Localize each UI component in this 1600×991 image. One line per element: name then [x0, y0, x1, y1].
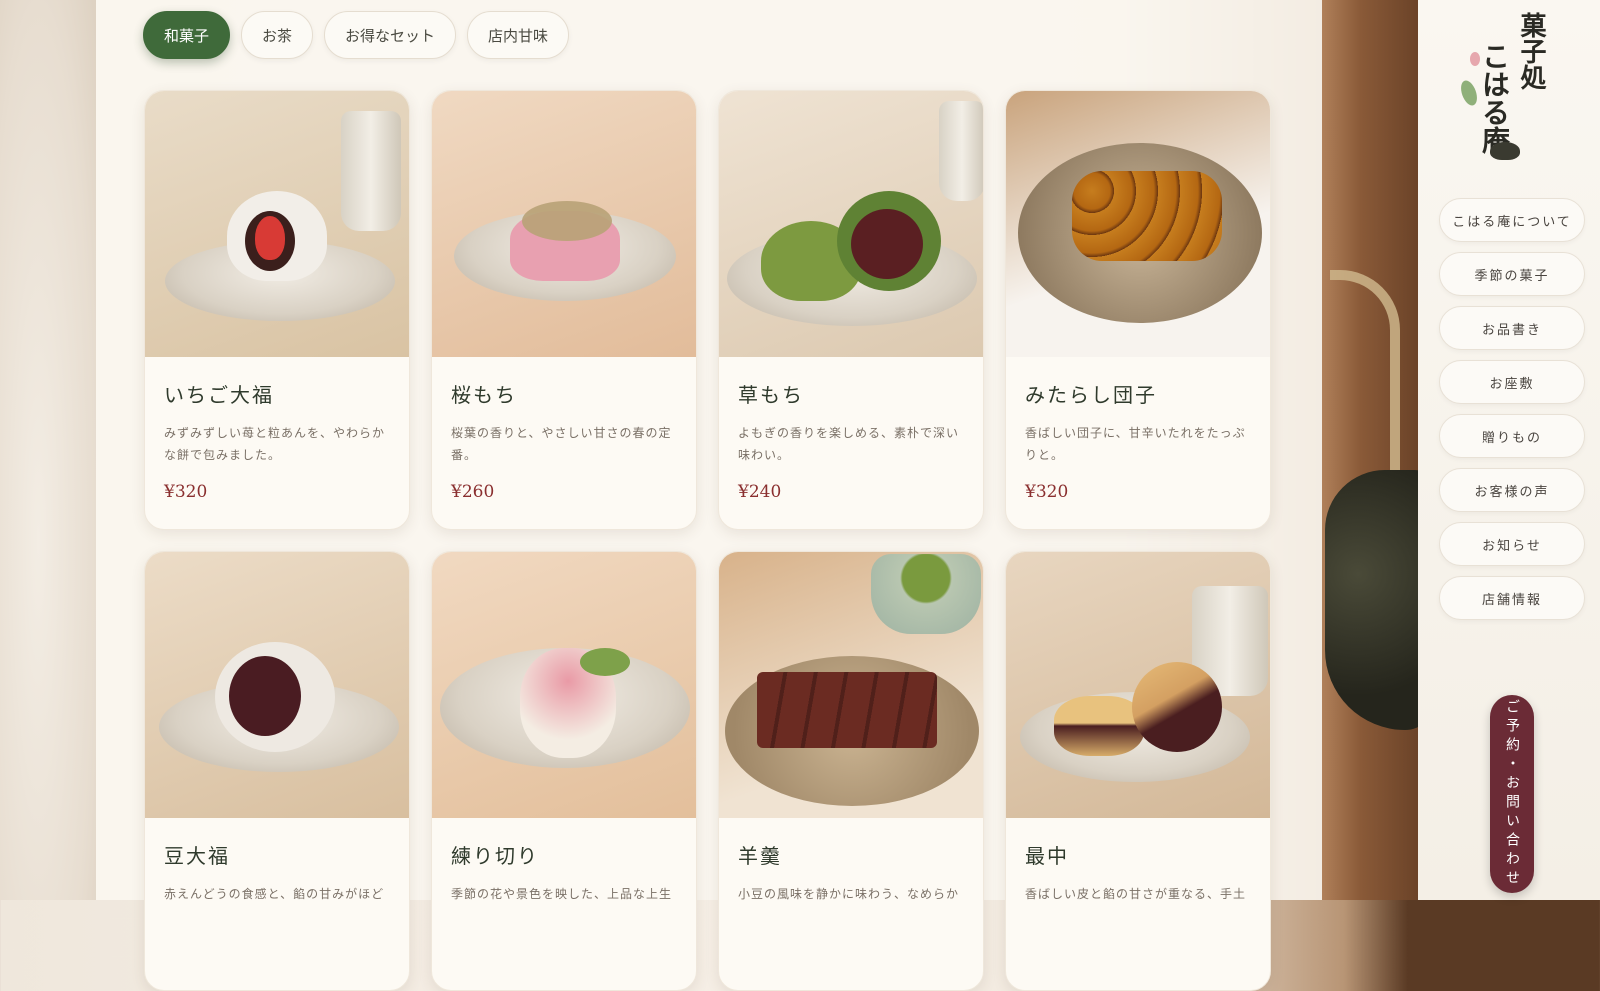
product-name: 最中 [1025, 844, 1069, 868]
product-name: 練り切り [451, 844, 539, 868]
nav-reviews[interactable]: お客様の声 [1439, 468, 1585, 512]
nav-about[interactable]: こはる庵について [1439, 198, 1585, 242]
reserve-contact-button[interactable]: ご予約・お問い合わせ [1490, 695, 1534, 893]
product-name: 羊羹 [738, 844, 782, 868]
product-description: よもぎの香りを楽しめる、素朴で深い味わい。 [738, 426, 960, 462]
product-card[interactable]: 最中 香ばしい皮と餡の甘さが重なる、手土 [1005, 551, 1271, 991]
product-card[interactable]: 草もち よもぎの香りを楽しめる、素朴で深い味わい。 ¥240 [718, 90, 984, 530]
product-name: みたらし団子 [1025, 383, 1157, 407]
background-left [0, 0, 96, 900]
nav-seasonal[interactable]: 季節の菓子 [1439, 252, 1585, 296]
nerikiri-image [432, 552, 696, 818]
teapot-icon [1490, 142, 1520, 160]
product-card[interactable]: 練り切り 季節の花や景色を映した、上品な上生 [431, 551, 697, 991]
mame-daifuku-image [145, 552, 409, 818]
product-description: 季節の花や景色を映した、上品な上生 [451, 887, 673, 901]
product-price: ¥320 [1025, 482, 1069, 502]
product-name: 桜もち [451, 383, 517, 407]
nav-gifts[interactable]: 贈りもの [1439, 414, 1585, 458]
product-price: ¥260 [451, 482, 495, 502]
monaka-image [1006, 552, 1270, 818]
mitarashi-dango-image [1006, 91, 1270, 357]
product-card[interactable]: 桜もち 桜葉の香りと、やさしい甘さの春の定番。 ¥260 [431, 90, 697, 530]
product-card[interactable]: 豆大福 赤えんどうの食感と、餡の甘みがほど [144, 551, 410, 991]
product-price: ¥240 [738, 482, 782, 502]
nav-store-info[interactable]: 店舗情報 [1439, 576, 1585, 620]
tab-sets[interactable]: お得なセット [324, 11, 457, 59]
product-price: ¥320 [164, 482, 208, 502]
nav-ozashiki[interactable]: お座敷 [1439, 360, 1585, 404]
product-card[interactable]: みたらし団子 香ばしい団子に、甘辛いたれをたっぷりと。 ¥320 [1005, 90, 1271, 530]
tab-in-store[interactable]: 店内甘味 [467, 11, 570, 59]
tab-wagashi[interactable]: 和菓子 [143, 11, 231, 59]
nav-news[interactable]: お知らせ [1439, 522, 1585, 566]
category-tabs: 和菓子 お茶 お得なセット 店内甘味 [143, 11, 570, 59]
product-description: 香ばしい団子に、甘辛いたれをたっぷりと。 [1025, 426, 1246, 462]
tab-tea[interactable]: お茶 [241, 11, 314, 59]
product-card[interactable]: 羊羹 小豆の風味を静かに味わう、なめらか [718, 551, 984, 991]
product-description: 赤えんどうの食感と、餡の甘みがほど [164, 887, 385, 901]
sakura-mochi-image [432, 91, 696, 357]
product-name: 草もち [738, 383, 804, 407]
logo-text-top: 菓子処 [1516, 12, 1546, 90]
logo-text-main: こはる庵 [1478, 42, 1511, 154]
nav-menu[interactable]: お品書き [1439, 306, 1585, 350]
product-description: 小豆の風味を静かに味わう、なめらか [738, 887, 960, 901]
yokan-image [719, 552, 983, 818]
product-name: いちご大福 [164, 383, 274, 407]
product-description: 香ばしい皮と餡の甘さが重なる、手土 [1025, 887, 1247, 901]
product-grid: いちご大福 みずみずしい苺と粒あんを、やわらかな餅で包みました。 ¥320 桜も… [144, 90, 1271, 991]
product-card[interactable]: いちご大福 みずみずしい苺と粒あんを、やわらかな餅で包みました。 ¥320 [144, 90, 410, 530]
kusa-mochi-image [719, 91, 983, 357]
sidebar-nav: こはる庵について 季節の菓子 お品書き お座敷 贈りもの お客様の声 お知らせ … [1439, 198, 1585, 620]
product-name: 豆大福 [164, 844, 230, 868]
product-description: みずみずしい苺と粒あんを、やわらかな餅で包みました。 [164, 426, 386, 462]
strawberry-daifuku-image [145, 91, 409, 357]
brand-logo[interactable]: 菓子処 こはる庵 [1457, 12, 1572, 172]
product-description: 桜葉の香りと、やさしい甘さの春の定番。 [451, 426, 672, 462]
flower-icon [1470, 52, 1480, 66]
